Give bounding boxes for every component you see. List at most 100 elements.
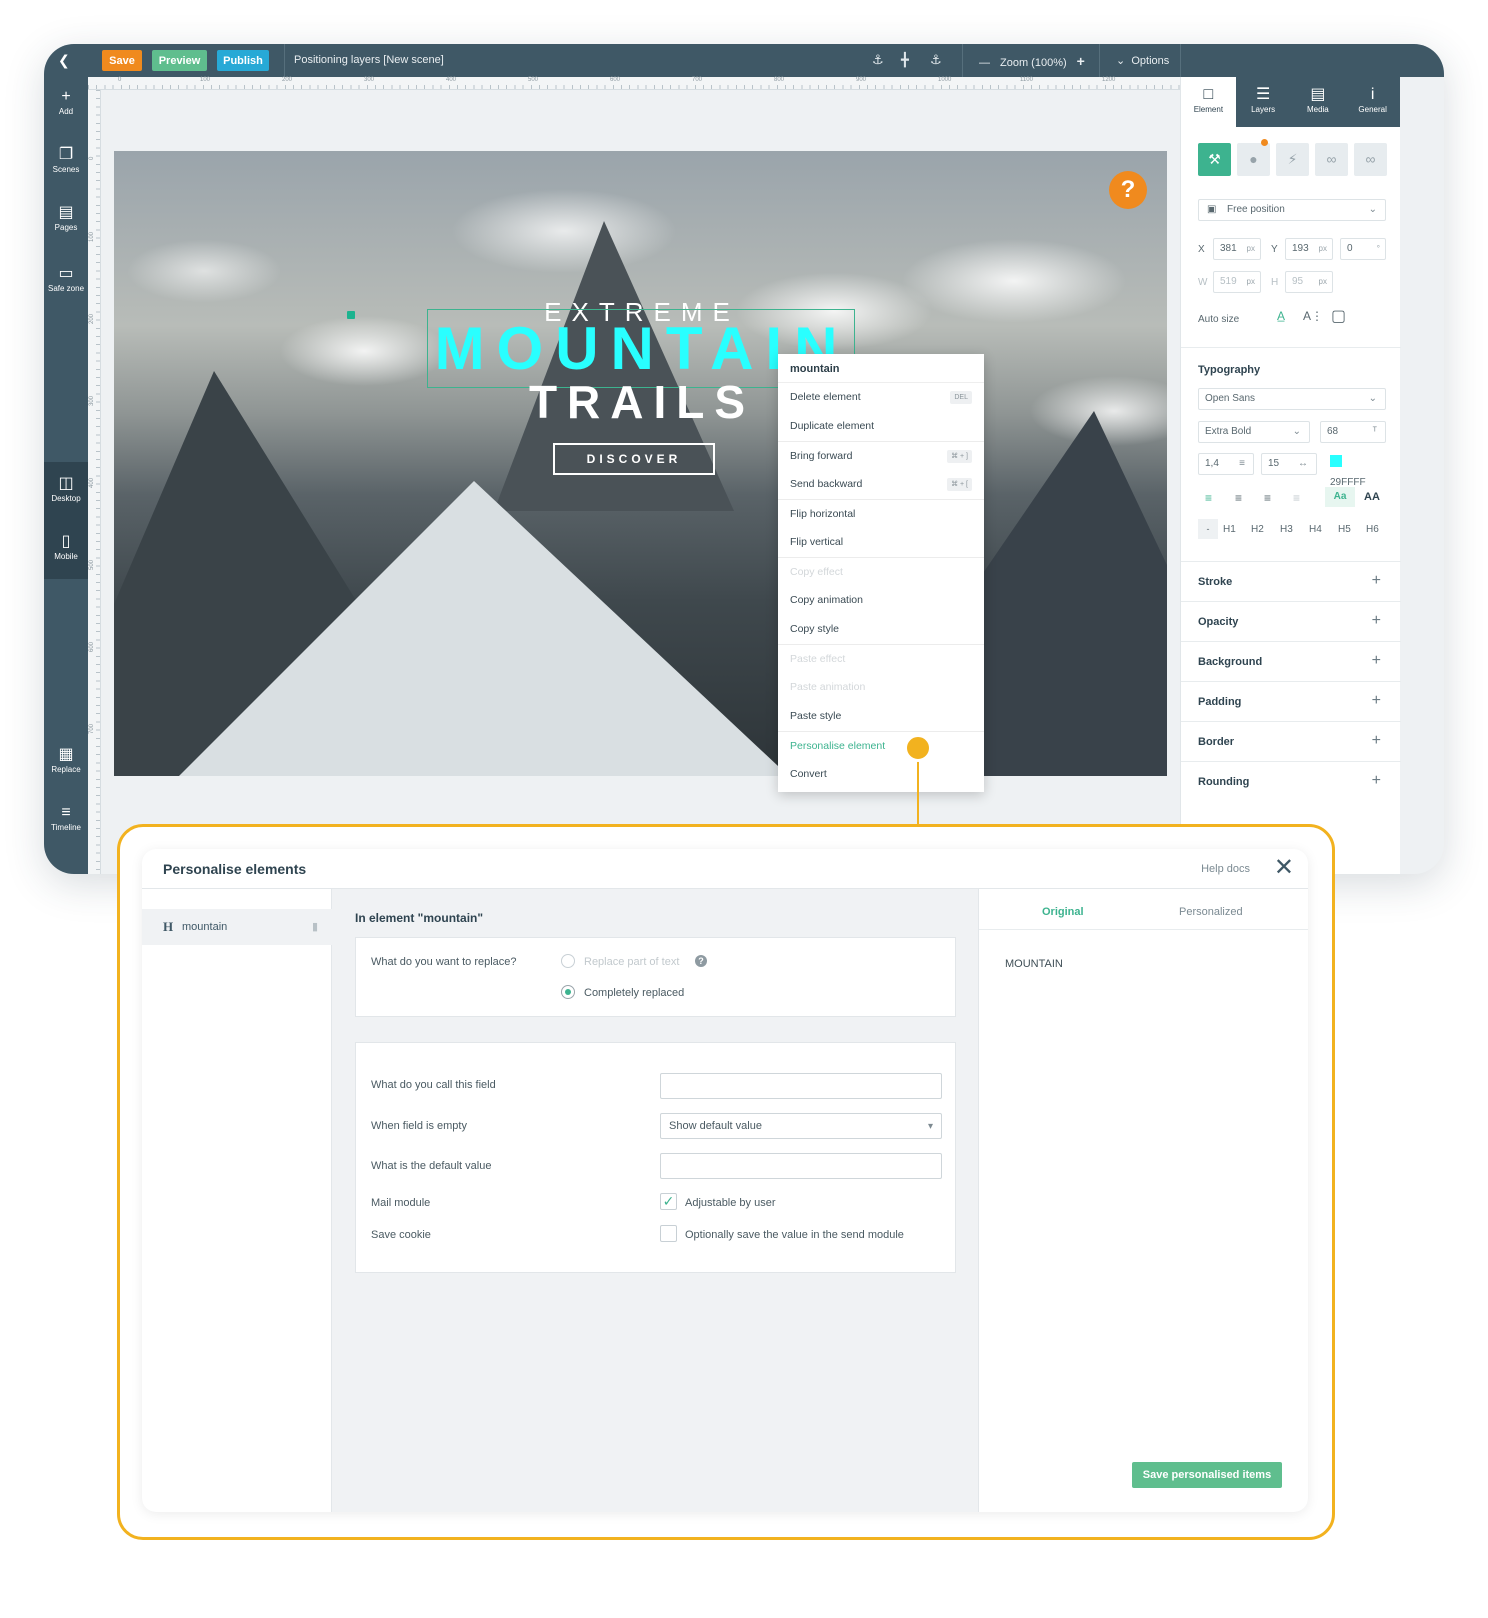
mail-module-option[interactable]: Adjustable by user [685,1197,776,1209]
align-center-icon[interactable]: ╋ [901,52,909,68]
radio-completely-replaced[interactable] [561,985,575,999]
letter-spacing-input[interactable]: 15 ↔ [1261,453,1317,475]
align-center-icon[interactable]: ≡ [1235,491,1242,505]
align-right-icon[interactable]: ⚓ [930,52,942,68]
auto-height-icon[interactable]: A⋮ [1303,309,1323,323]
auto-width-icon[interactable]: A̲ [1277,309,1285,323]
menu-item-personalise[interactable]: Personalise element [778,731,984,760]
plus-icon[interactable]: + [1372,612,1381,630]
mail-module-checkbox[interactable]: ✓ [660,1193,677,1210]
save-button[interactable]: Save [102,50,142,71]
radio-completely-replaced-label[interactable]: Completely replaced [584,987,684,999]
field-name-input[interactable] [660,1073,942,1099]
lightning-icon[interactable]: ⚡ [1276,143,1309,176]
menu-item-copy-animation[interactable]: Copy animation [778,586,984,615]
plus-icon[interactable]: + [1372,572,1381,590]
help-docs-link[interactable]: Help docs [1201,863,1250,875]
help-icon[interactable]: ? [1109,171,1147,209]
menu-item-flip-vertical[interactable]: Flip vertical [778,528,984,557]
section-background[interactable]: Background + [1181,641,1401,681]
sidebar-item-safe-zone[interactable]: ▭ Safe zone [44,264,88,293]
align-left-icon[interactable]: ≡ [1205,491,1212,505]
scene-canvas[interactable]: EXTREME MOUNTAIN TRAILS DISCOVER ? [114,151,1167,776]
menu-item-copy-style[interactable]: Copy style [778,615,984,644]
section-rounding[interactable]: Rounding + [1181,761,1401,801]
menu-item-bring-forward[interactable]: Bring forward ⌘ + ] [778,441,984,470]
heading-none-button[interactable]: - [1198,519,1218,539]
menu-item-send-backward[interactable]: Send backward ⌘ + [ [778,470,984,499]
align-justify-icon[interactable]: ≡ [1293,491,1300,505]
radio-replace-part[interactable] [561,954,575,968]
radio-replace-part-label[interactable]: Replace part of text [584,956,679,968]
plus-icon[interactable]: + [1372,772,1381,790]
case-normal-button[interactable]: Aa [1325,487,1355,507]
color-picker[interactable]: 29FFFF [1324,453,1386,488]
section-border[interactable]: Border + [1181,721,1401,761]
position-mode-select[interactable]: ▣ Free position ⌄ [1198,199,1386,221]
trash-icon[interactable]: ▮ [312,920,318,933]
tab-element[interactable]: □ Element [1181,77,1236,127]
align-right-icon[interactable]: ≡ [1264,491,1271,505]
resize-handle[interactable] [347,311,355,319]
line-height-input[interactable]: 1,4 ≡ [1198,453,1254,475]
heading-h2-button[interactable]: H2 [1251,524,1264,535]
options-menu[interactable]: ⌄ Options [1116,54,1169,67]
close-icon[interactable]: ✕ [1274,855,1294,881]
tab-layers[interactable]: ☰ Layers [1236,77,1291,127]
case-upper-button[interactable]: AA [1364,491,1380,503]
plus-icon[interactable]: + [1372,652,1381,670]
wrench-icon[interactable]: ⚒ [1198,143,1231,176]
animation-icon[interactable]: ● [1237,139,1270,176]
empty-behaviour-select[interactable]: Show default value ▾ [660,1113,942,1139]
x-input[interactable]: 381 px [1213,238,1261,260]
align-left-icon[interactable]: ⚓ [872,52,884,68]
default-value-input[interactable] [660,1153,942,1179]
discover-button[interactable]: DISCOVER [553,443,715,475]
preview-button[interactable]: Preview [152,50,207,71]
rotation-input[interactable]: 0 ° [1340,238,1386,260]
chevron-left-icon[interactable]: ❮ [58,52,70,69]
sidebar-item-timeline[interactable]: ≡ Timeline [44,803,88,832]
sidebar-item-desktop[interactable]: ◫ Desktop [44,474,88,503]
section-opacity[interactable]: Opacity + [1181,601,1401,641]
publish-button[interactable]: Publish [217,50,269,71]
menu-item-paste-style[interactable]: Paste style [778,702,984,731]
plus-icon[interactable]: + [1372,692,1381,710]
menu-item-delete[interactable]: Delete element DEL [778,383,984,412]
heading-h1-button[interactable]: H1 [1223,524,1236,535]
sidebar-item-replace[interactable]: ▦ Replace [44,745,88,774]
section-padding[interactable]: Padding + [1181,681,1401,721]
save-cookie-option[interactable]: Optionally save the value in the send mo… [685,1229,904,1241]
list-item-mountain[interactable]: H mountain ▮ [142,909,332,945]
tab-personalized[interactable]: Personalized [1179,906,1243,918]
heading-h5-button[interactable]: H5 [1338,524,1351,535]
zoom-out-icon[interactable]: — [979,57,990,69]
menu-item-duplicate[interactable]: Duplicate element [778,412,984,441]
font-weight-select[interactable]: Extra Bold ⌄ [1198,421,1310,443]
fit-box-icon[interactable]: ▢ [1331,306,1346,326]
sidebar-item-add[interactable]: + Add [44,87,88,116]
empty-behaviour-value: Show default value [669,1120,762,1132]
font-family-select[interactable]: Open Sans ⌄ [1198,388,1386,410]
y-input[interactable]: 193 px [1285,238,1333,260]
save-personalised-button[interactable]: Save personalised items [1132,1462,1282,1488]
sidebar-item-mobile[interactable]: ▯ Mobile [44,532,88,561]
zoom-in-icon[interactable]: + [1077,53,1085,69]
glasses-icon[interactable]: ∞ [1354,143,1387,176]
menu-item-flip-horizontal[interactable]: Flip horizontal [778,499,984,528]
heading-h3-button[interactable]: H3 [1280,524,1293,535]
question-icon[interactable]: ? [695,955,707,967]
save-cookie-checkbox[interactable] [660,1225,677,1242]
menu-item-convert[interactable]: Convert [778,760,984,789]
heading-h4-button[interactable]: H4 [1309,524,1322,535]
font-size-input[interactable]: 68 ᵀ [1320,421,1386,443]
section-stroke[interactable]: Stroke + [1181,561,1401,601]
tab-media[interactable]: ▤ Media [1291,77,1346,127]
tab-original[interactable]: Original [1042,906,1084,918]
sidebar-item-scenes[interactable]: ❐ Scenes [44,145,88,174]
sidebar-item-pages[interactable]: ▤ Pages [44,203,88,232]
tab-general[interactable]: i General [1345,77,1400,127]
plus-icon[interactable]: + [1372,732,1381,750]
heading-h6-button[interactable]: H6 [1366,524,1379,535]
link-icon[interactable]: ∞ [1315,143,1348,176]
